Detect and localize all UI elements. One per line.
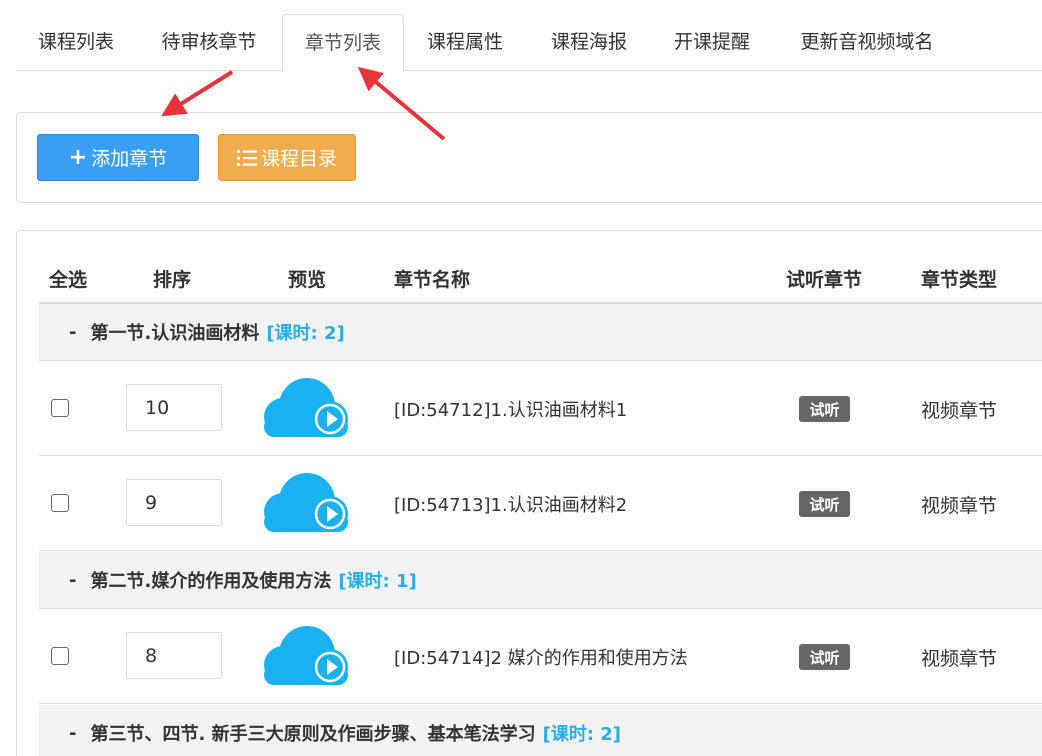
section-group-row[interactable]: - 第三节、四节. 新手三大原则及作画步骤、基本笔法学习 [课时: 2] <box>39 705 1042 756</box>
sort-order-input[interactable] <box>126 632 222 679</box>
chapter-name: [ID:54712]1.认识油画材料1 <box>394 400 628 421</box>
course-catalog-label: 课程目录 <box>260 148 337 170</box>
toolbar-panel: + 添加章节 课程目录 <box>16 112 1042 203</box>
cloud-play-icon[interactable] <box>264 625 350 687</box>
collapse-toggle[interactable]: - <box>69 570 76 591</box>
plus-icon: + <box>68 144 88 170</box>
trial-badge: 试听 <box>799 396 850 422</box>
tab-pending-chapters[interactable]: 待审核章节 <box>144 14 274 71</box>
collapse-toggle[interactable]: - <box>69 322 76 343</box>
header-sort: 排序 <box>153 269 192 291</box>
table-header: 全选 排序 预览 章节名称 试听章节 章节类型 <box>39 231 1042 304</box>
section-title: 第二节.媒介的作用及使用方法 <box>90 571 332 592</box>
collapse-toggle[interactable]: - <box>69 723 76 744</box>
section-group-row[interactable]: - 第一节.认识油画材料 [课时: 2] <box>39 304 1042 361</box>
header-preview: 预览 <box>288 269 327 291</box>
chapter-name: [ID:54714]2 媒介的作用和使用方法 <box>394 648 688 669</box>
table-row: [ID:54712]1.认识油画材料1 试听 视频章节 <box>39 361 1042 456</box>
tab-course-attributes[interactable]: 课程属性 <box>410 14 520 71</box>
cloud-play-icon[interactable] <box>264 472 350 534</box>
chapter-table: 全选 排序 预览 章节名称 试听章节 章节类型 - 第一节.认识油画材料 [课时… <box>16 230 1042 756</box>
sort-order-input[interactable] <box>126 479 222 526</box>
section-title: 第三节、四节. 新手三大原则及作画步骤、基本笔法学习 <box>90 724 536 745</box>
table-row: [ID:54714]2 媒介的作用和使用方法 试听 视频章节 <box>39 609 1042 704</box>
trial-badge: 试听 <box>799 644 850 670</box>
row-checkbox[interactable] <box>51 494 69 512</box>
tab-class-reminder[interactable]: 开课提醒 <box>657 14 767 71</box>
section-title: 第一节.认识油画材料 <box>90 323 260 344</box>
add-chapter-label: 添加章节 <box>91 148 168 170</box>
chapter-type: 视频章节 <box>921 400 998 422</box>
section-hours: [课时: 2] <box>542 724 622 745</box>
tab-bar: 课程列表 待审核章节 章节列表 课程属性 课程海报 开课提醒 更新音视频域名 <box>16 0 1042 72</box>
course-catalog-button[interactable]: 课程目录 <box>218 134 356 181</box>
row-checkbox[interactable] <box>51 399 69 417</box>
header-chapter-name: 章节名称 <box>394 269 471 291</box>
tab-update-media-domain[interactable]: 更新音视频域名 <box>782 14 952 71</box>
add-chapter-button[interactable]: + 添加章节 <box>37 134 199 181</box>
table-row: [ID:54713]1.认识油画材料2 试听 视频章节 <box>39 456 1042 551</box>
section-hours: [课时: 2] <box>266 323 345 344</box>
chapter-name: [ID:54713]1.认识油画材料2 <box>394 495 628 516</box>
cloud-play-icon[interactable] <box>264 377 350 439</box>
red-arrow-to-add-chapter <box>161 70 234 117</box>
tab-course-list[interactable]: 课程列表 <box>22 14 130 71</box>
section-hours: [课时: 1] <box>338 571 417 592</box>
section-group-row[interactable]: - 第二节.媒介的作用及使用方法 [课时: 1] <box>39 552 1042 609</box>
sort-order-input[interactable] <box>126 384 222 431</box>
list-icon <box>236 149 257 167</box>
chapter-type: 视频章节 <box>921 648 998 670</box>
trial-badge: 试听 <box>799 491 850 517</box>
tab-chapter-list[interactable]: 章节列表 <box>282 14 404 72</box>
header-chapter-type: 章节类型 <box>921 269 998 291</box>
header-select-all[interactable]: 全选 <box>49 265 87 292</box>
row-checkbox[interactable] <box>51 647 69 665</box>
header-trial-chapter: 试听章节 <box>786 269 863 291</box>
chapter-type: 视频章节 <box>921 495 998 517</box>
tab-course-poster[interactable]: 课程海报 <box>534 14 644 71</box>
